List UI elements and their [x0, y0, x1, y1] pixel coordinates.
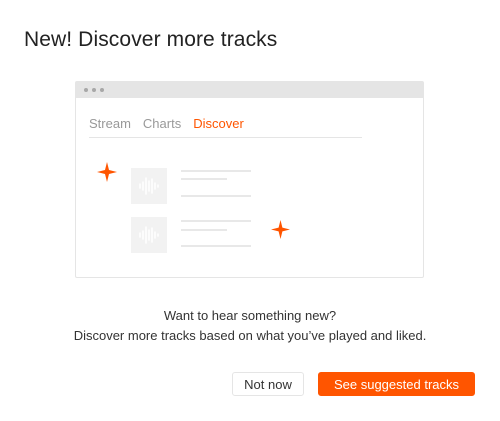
window-dot — [84, 88, 88, 92]
track-artwork — [131, 217, 167, 253]
dialog-message-line-2: Discover more tracks based on what you’v… — [73, 328, 427, 343]
placeholder-track — [131, 217, 331, 253]
tab-discover: Discover — [193, 116, 244, 131]
track-artwork — [131, 168, 167, 204]
placeholder-line — [181, 178, 227, 180]
not-now-button[interactable]: Not now — [232, 372, 304, 396]
see-suggested-tracks-button[interactable]: See suggested tracks — [318, 372, 475, 396]
placeholder-line — [181, 245, 251, 247]
browser-illustration: Stream Charts Discover — [75, 81, 424, 278]
waveform-icon — [139, 226, 159, 244]
tab-stream: Stream — [89, 116, 131, 131]
browser-titlebar — [76, 82, 423, 98]
placeholder-track — [131, 168, 331, 204]
window-dot — [92, 88, 96, 92]
tab-charts: Charts — [142, 116, 182, 131]
sparkle-icon — [97, 162, 117, 182]
placeholder-line — [181, 229, 227, 231]
placeholder-line — [181, 220, 251, 222]
placeholder-line — [181, 195, 251, 197]
dialog-title: New! Discover more tracks — [24, 28, 278, 51]
sparkle-icon — [271, 220, 290, 239]
dialog-message-line-1: Want to hear something new? — [163, 308, 337, 323]
illustration-tabs: Stream Charts Discover — [89, 116, 362, 138]
window-dot — [100, 88, 104, 92]
placeholder-line — [181, 170, 251, 172]
waveform-icon — [139, 177, 159, 195]
